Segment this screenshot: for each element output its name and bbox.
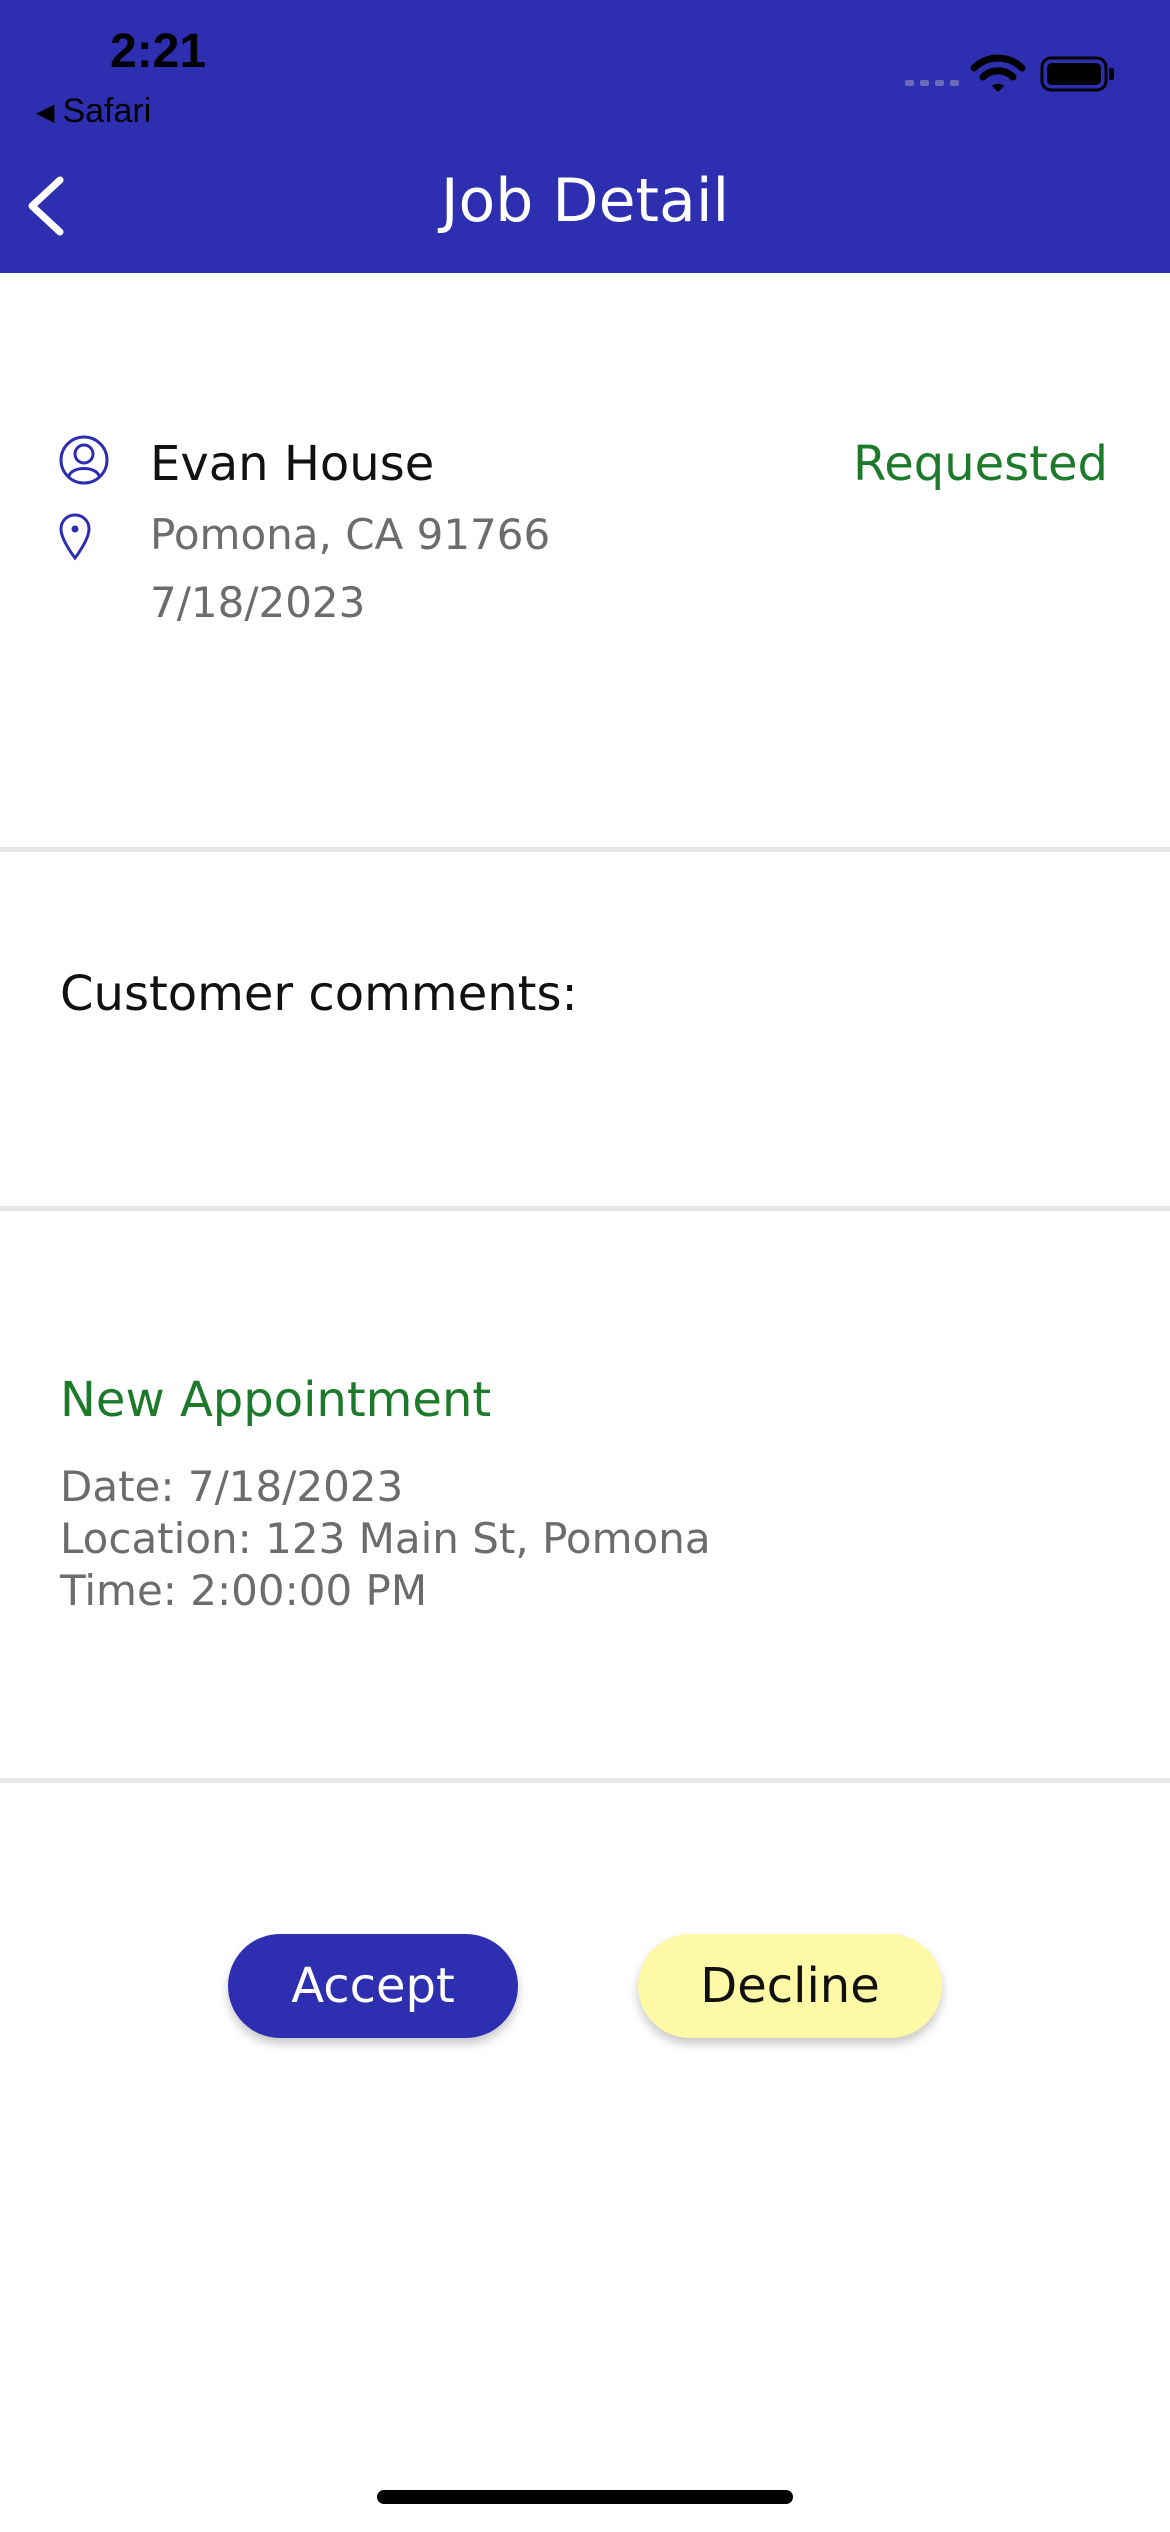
status-badge: Requested (853, 436, 1108, 492)
status-back-label: Safari (62, 92, 152, 130)
divider (0, 847, 1170, 852)
status-time: 2:21 (110, 25, 207, 78)
appointment-location: Location: 123 Main St, Pomona (60, 1514, 711, 1563)
battery-icon (1040, 56, 1114, 92)
status-back-to-app[interactable]: ◀ Safari (36, 92, 151, 131)
job-date: 7/18/2023 (150, 578, 366, 627)
location-pin-icon (59, 513, 91, 561)
cellular-signal-icon (905, 80, 959, 86)
customer-name: Evan House (150, 436, 435, 492)
appointment-time: Time: 2:00:00 PM (60, 1566, 428, 1615)
comments-label: Customer comments: (60, 966, 578, 1022)
home-indicator[interactable] (377, 2490, 793, 2504)
divider (0, 1206, 1170, 1211)
customer-address: Pomona, CA 91766 (150, 510, 551, 559)
back-triangle-icon: ◀ (36, 99, 55, 126)
page-title: Job Detail (440, 166, 730, 236)
person-icon (59, 435, 109, 485)
accept-button[interactable]: Accept (228, 1934, 518, 2038)
wifi-icon (970, 54, 1026, 92)
divider (0, 1778, 1170, 1783)
appointment-title: New Appointment (60, 1372, 492, 1428)
decline-button[interactable]: Decline (638, 1934, 942, 2038)
app-header: 2:21 ◀ Safari Job Detail (0, 0, 1170, 273)
appointment-date: Date: 7/18/2023 (60, 1462, 404, 1511)
